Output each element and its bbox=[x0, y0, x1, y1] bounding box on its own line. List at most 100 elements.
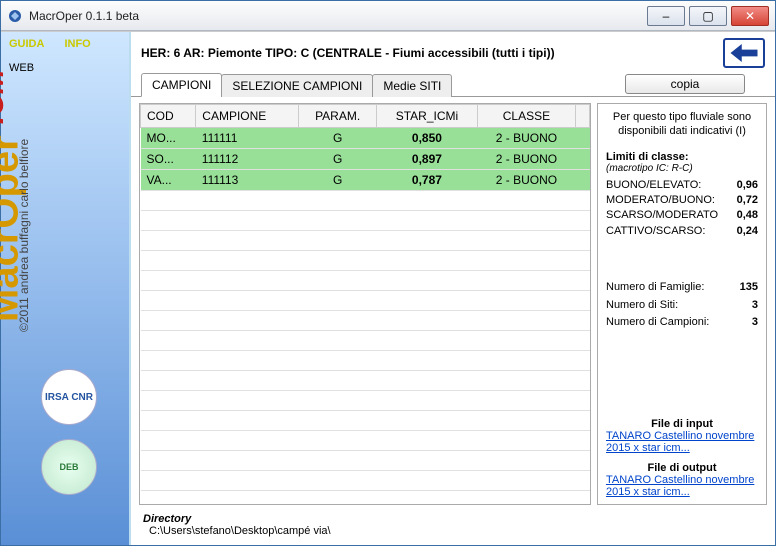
col-cod[interactable]: COD bbox=[141, 105, 196, 128]
table-row-empty bbox=[141, 471, 590, 491]
app-window: MacrOper 0.1.1 beta – ▢ ✕ GUIDA INFO WEB… bbox=[0, 0, 776, 546]
col-param[interactable]: PARAM. bbox=[299, 105, 377, 128]
stat-row: Numero di Famiglie: 135 bbox=[606, 279, 758, 297]
window-controls: – ▢ ✕ bbox=[647, 6, 769, 26]
copy-button[interactable]: copia bbox=[625, 74, 745, 94]
table-row-empty bbox=[141, 431, 590, 451]
cell-classe: 2 - BUONO bbox=[477, 128, 575, 149]
tab-medie[interactable]: Medie SITI bbox=[372, 74, 452, 97]
cell-param: G bbox=[299, 128, 377, 149]
table-row-empty bbox=[141, 371, 590, 391]
cell-star: 0,850 bbox=[376, 128, 477, 149]
limit-value: 0,48 bbox=[737, 208, 758, 223]
cell-spacer bbox=[576, 149, 590, 170]
table-row[interactable]: VA... 111113 G 0,787 2 - BUONO bbox=[141, 170, 590, 191]
limit-row: SCARSO/MODERATO 0,48 bbox=[606, 208, 758, 223]
table-row-empty bbox=[141, 351, 590, 371]
close-button[interactable]: ✕ bbox=[731, 6, 769, 26]
stat-label: Numero di Famiglie: bbox=[606, 279, 704, 297]
header-text: HER: 6 AR: Piemonte TIPO: C (CENTRALE - … bbox=[141, 46, 713, 60]
file-output-label: File di output bbox=[606, 462, 758, 474]
stat-row: Numero di Campioni: 3 bbox=[606, 314, 758, 332]
app-body: GUIDA INFO WEB MacrOper ICM ©2011 andrea… bbox=[1, 31, 775, 545]
limits-subtitle: (macrotipo IC: R-C) bbox=[606, 163, 758, 174]
cell-classe: 2 - BUONO bbox=[477, 149, 575, 170]
table-row-empty bbox=[141, 271, 590, 291]
copyright-text: ©2011 andrea buffagni carlo belfiore bbox=[17, 139, 31, 332]
header-row: HER: 6 AR: Piemonte TIPO: C (CENTRALE - … bbox=[131, 32, 775, 72]
limit-row: MODERATO/BUONO: 0,72 bbox=[606, 193, 758, 208]
directory-path: C:\Users\stefano\Desktop\campé via\ bbox=[143, 525, 331, 537]
content-area: COD CAMPIONE PARAM. STAR_ICMi CLASSE MO.… bbox=[131, 97, 775, 509]
cell-param: G bbox=[299, 170, 377, 191]
file-output-link[interactable]: TANARO Castellino novembre 2015 x star i… bbox=[606, 474, 758, 498]
table-row[interactable]: SO... 111112 G 0,897 2 - BUONO bbox=[141, 149, 590, 170]
app-icon bbox=[7, 8, 23, 24]
table-row-empty bbox=[141, 191, 590, 211]
cell-cod: VA... bbox=[141, 170, 196, 191]
info-panel: Per questo tipo fluviale sono disponibil… bbox=[597, 103, 767, 505]
limit-value: 0,96 bbox=[737, 178, 758, 193]
table-row-empty bbox=[141, 451, 590, 471]
main-panel: HER: 6 AR: Piemonte TIPO: C (CENTRALE - … bbox=[131, 32, 775, 545]
maximize-button[interactable]: ▢ bbox=[689, 6, 727, 26]
sidebar-top-links: GUIDA INFO bbox=[1, 32, 129, 56]
deb-badge: DEB bbox=[41, 439, 97, 495]
table-row-empty bbox=[141, 391, 590, 411]
table-row-empty bbox=[141, 291, 590, 311]
col-classe[interactable]: CLASSE bbox=[477, 105, 575, 128]
col-spacer bbox=[576, 105, 590, 128]
info-note: Per questo tipo fluviale sono disponibil… bbox=[606, 110, 758, 139]
file-input-link[interactable]: TANARO Castellino novembre 2015 x star i… bbox=[606, 430, 758, 454]
limit-value: 0,72 bbox=[737, 193, 758, 208]
limit-label: CATTIVO/SCARSO: bbox=[606, 224, 705, 239]
table-header-row: COD CAMPIONE PARAM. STAR_ICMi CLASSE bbox=[141, 105, 590, 128]
irsa-badge: IRSA CNR bbox=[41, 369, 97, 425]
cell-campione: 111112 bbox=[196, 149, 299, 170]
directory-label: Directory bbox=[143, 513, 191, 525]
table-row-empty bbox=[141, 311, 590, 331]
data-table-wrap: COD CAMPIONE PARAM. STAR_ICMi CLASSE MO.… bbox=[139, 103, 591, 505]
table-row-empty bbox=[141, 331, 590, 351]
cell-campione: 111113 bbox=[196, 170, 299, 191]
cell-spacer bbox=[576, 128, 590, 149]
footer: Directory C:\Users\stefano\Desktop\campé… bbox=[131, 509, 775, 545]
tab-bar: CAMPIONI SELEZIONE CAMPIONI Medie SITI c… bbox=[131, 72, 775, 97]
cell-cod: SO... bbox=[141, 149, 196, 170]
cell-classe: 2 - BUONO bbox=[477, 170, 575, 191]
window-title: MacrOper 0.1.1 beta bbox=[29, 9, 647, 23]
stat-label: Numero di Siti: bbox=[606, 297, 678, 315]
stat-value: 135 bbox=[740, 279, 758, 297]
limit-row: CATTIVO/SCARSO: 0,24 bbox=[606, 224, 758, 239]
cell-spacer bbox=[576, 170, 590, 191]
table-row-empty bbox=[141, 211, 590, 231]
limits-title: Limiti di classe: bbox=[606, 151, 758, 163]
col-star[interactable]: STAR_ICMi bbox=[376, 105, 477, 128]
sidebar: GUIDA INFO WEB MacrOper ICM ©2011 andrea… bbox=[1, 32, 131, 545]
arrow-left-icon bbox=[730, 44, 758, 62]
cell-campione: 111111 bbox=[196, 128, 299, 149]
info-link[interactable]: INFO bbox=[64, 38, 90, 50]
limit-row: BUONO/ELEVATO: 0,96 bbox=[606, 178, 758, 193]
limit-label: BUONO/ELEVATO: bbox=[606, 178, 701, 193]
cell-param: G bbox=[299, 149, 377, 170]
back-button[interactable] bbox=[723, 38, 765, 68]
table-row-empty bbox=[141, 411, 590, 431]
limit-value: 0,24 bbox=[737, 224, 758, 239]
stat-row: Numero di Siti:3 bbox=[606, 297, 758, 315]
limit-label: MODERATO/BUONO: bbox=[606, 193, 715, 208]
col-campione[interactable]: CAMPIONE bbox=[196, 105, 299, 128]
minimize-button[interactable]: – bbox=[647, 6, 685, 26]
titlebar: MacrOper 0.1.1 beta – ▢ ✕ bbox=[1, 1, 775, 31]
cell-star: 0,787 bbox=[376, 170, 477, 191]
data-table: COD CAMPIONE PARAM. STAR_ICMi CLASSE MO.… bbox=[140, 104, 590, 491]
tab-campioni[interactable]: CAMPIONI bbox=[141, 73, 222, 97]
table-row-empty bbox=[141, 251, 590, 271]
cell-star: 0,897 bbox=[376, 149, 477, 170]
guida-link[interactable]: GUIDA bbox=[9, 38, 44, 50]
stat-label: Numero di Campioni: bbox=[606, 314, 709, 332]
table-row[interactable]: MO... 111111 G 0,850 2 - BUONO bbox=[141, 128, 590, 149]
stat-value: 3 bbox=[752, 314, 758, 332]
limit-label: SCARSO/MODERATO bbox=[606, 208, 718, 223]
tab-selezione[interactable]: SELEZIONE CAMPIONI bbox=[221, 74, 373, 97]
